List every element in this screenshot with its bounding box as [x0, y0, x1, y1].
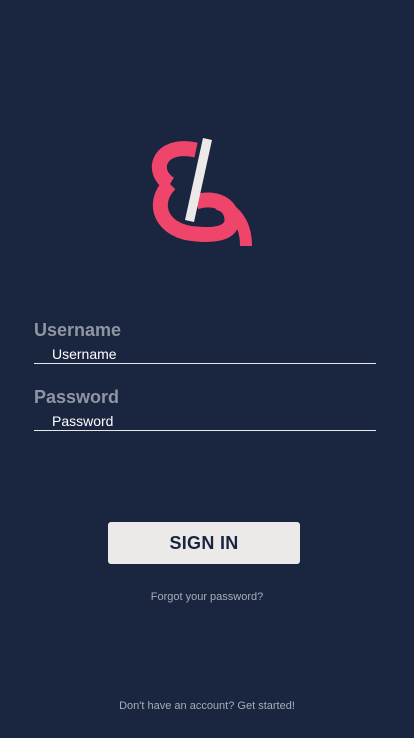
username-input[interactable] [34, 344, 376, 364]
sign-in-button[interactable]: SIGN IN [108, 522, 300, 564]
username-label: Username [34, 320, 122, 340]
get-started-link[interactable]: Don't have an account? Get started! [0, 700, 414, 712]
password-input[interactable] [34, 411, 376, 431]
brand-logo-icon [150, 134, 258, 250]
forgot-password-link[interactable]: Forgot your password? [0, 591, 414, 603]
password-label: Password [34, 387, 120, 407]
